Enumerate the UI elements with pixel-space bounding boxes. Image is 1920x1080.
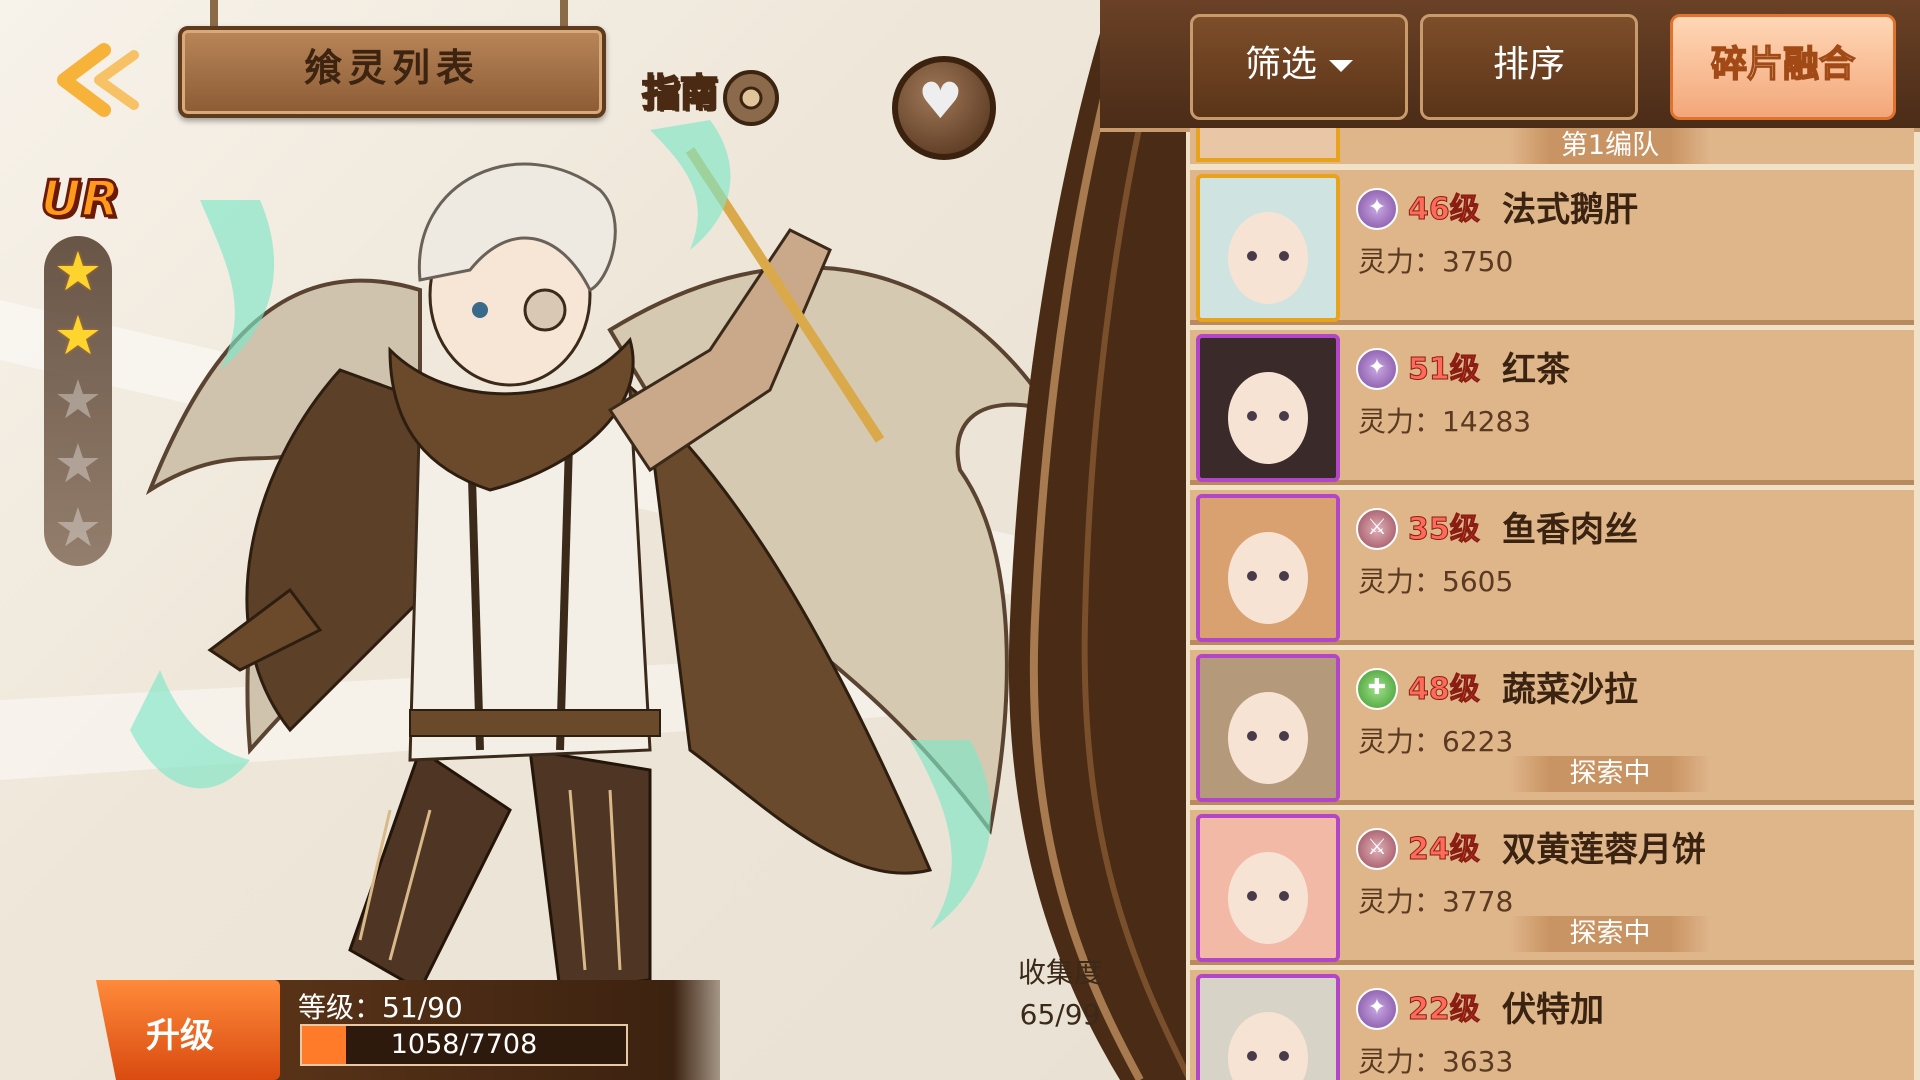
title-plaque: 飨灵列表 [178, 26, 606, 118]
character-card[interactable]: ✦ 22级 伏特加灵力：3633 [1190, 970, 1914, 1080]
star-rating: ★ ★ ★ ★ ★ [44, 236, 112, 566]
chevron-down-icon [1329, 60, 1353, 72]
card-power: 灵力：3633 [1358, 1045, 1514, 1078]
level-text: 等级：51/90 [298, 991, 463, 1024]
character-portrait [1196, 654, 1340, 802]
character-card[interactable]: ✦ 51级 红茶灵力：14283 [1190, 330, 1914, 485]
card-level: 22级 [1408, 992, 1481, 1028]
collection-value: 65/99 [1019, 998, 1101, 1031]
sort-button[interactable]: 排序 [1420, 14, 1638, 120]
favorite-heart-button[interactable]: ♥ [892, 56, 996, 160]
page-title: 飨灵列表 [303, 46, 480, 90]
card-power: 灵力：3750 [1358, 245, 1514, 278]
star-empty-icon: ★ [53, 432, 103, 495]
card-power: 灵力：14283 [1358, 405, 1532, 438]
character-card[interactable]: ✦ 46级 法式鹅肝灵力：3750 [1190, 170, 1914, 325]
filter-button[interactable]: 筛选 [1190, 14, 1408, 120]
fusion-label: 碎片融合 [1710, 43, 1856, 86]
exp-text: 1058/7708 [390, 1029, 538, 1060]
character-card[interactable]: ⚔ 24级 双黄莲蓉月饼灵力：3778 探索中 [1190, 810, 1914, 965]
upgrade-button[interactable]: 升级 [96, 980, 280, 1080]
sword-icon: ⚔ [1356, 828, 1398, 870]
rarity-badge: UR [39, 169, 121, 230]
star-filled-icon: ★ [53, 240, 103, 303]
character-portrait [1196, 814, 1340, 962]
character-list[interactable]: 第1编队 ✦ 46级 法式鹅肝灵力：3750 ✦ 51级 红茶灵力：14283 ⚔ 35级 鱼香… [1190, 128, 1920, 1080]
character-portrait [1196, 334, 1340, 482]
star-icon: ✦ [1356, 188, 1398, 230]
character-portrait [1196, 494, 1340, 642]
character-card[interactable]: ⚔ 35级 鱼香肉丝灵力：5605 [1190, 490, 1914, 645]
star-icon: ✦ [1356, 988, 1398, 1030]
back-arrow-icon[interactable] [44, 40, 164, 120]
card-power: 灵力：3778 [1358, 885, 1514, 918]
card-name: 蔬菜沙拉 [1502, 670, 1638, 710]
character-portrait [1196, 974, 1340, 1080]
team-strip: 第1编队 [1190, 128, 1914, 164]
card-status: 探索中 [1510, 916, 1710, 952]
card-status: 探索中 [1510, 756, 1710, 792]
sort-label: 排序 [1492, 44, 1565, 85]
level-panel: 升级 等级：51/90 1058/7708 [80, 980, 720, 1080]
plus-icon: ✚ [1356, 668, 1398, 710]
upgrade-label: 升级 [146, 1016, 214, 1056]
card-level: 35级 [1408, 512, 1481, 548]
team-label: 第1编队 [1510, 128, 1710, 164]
card-name: 伏特加 [1502, 990, 1604, 1030]
filter-label: 筛选 [1244, 44, 1317, 85]
character-portrait [1196, 174, 1340, 322]
collection-label: 收集度 [1017, 956, 1102, 989]
exp-bar: 1058/7708 [300, 1024, 628, 1066]
star-icon: ✦ [1356, 348, 1398, 390]
star-filled-icon: ★ [53, 304, 103, 367]
star-empty-icon: ★ [53, 496, 103, 559]
heart-icon: ♥ [918, 72, 963, 130]
sword-icon: ⚔ [1356, 508, 1398, 550]
gear-icon [723, 70, 779, 126]
character-illustration[interactable] [90, 110, 1090, 1080]
card-level: 51级 [1408, 352, 1481, 388]
card-level: 48级 [1408, 672, 1481, 708]
card-name: 红茶 [1502, 350, 1570, 390]
fragment-fusion-button[interactable]: 碎片融合 [1670, 14, 1896, 120]
card-level: 24级 [1408, 832, 1481, 868]
guide-label: 指南 [641, 70, 719, 116]
collection-progress: 收集度 65/99 [1000, 952, 1120, 1036]
card-power: 灵力：5605 [1358, 565, 1514, 598]
card-name: 鱼香肉丝 [1502, 510, 1638, 550]
card-name: 双黄莲蓉月饼 [1502, 830, 1706, 870]
star-empty-icon: ★ [53, 368, 103, 431]
card-power: 灵力：6223 [1358, 725, 1514, 758]
guide-button[interactable]: 指南 [636, 48, 786, 148]
character-card[interactable]: ✚ 48级 蔬菜沙拉灵力：6223 探索中 [1190, 650, 1914, 805]
portrait-partial [1196, 128, 1340, 162]
card-level: 46级 [1408, 192, 1481, 228]
card-name: 法式鹅肝 [1502, 190, 1638, 230]
